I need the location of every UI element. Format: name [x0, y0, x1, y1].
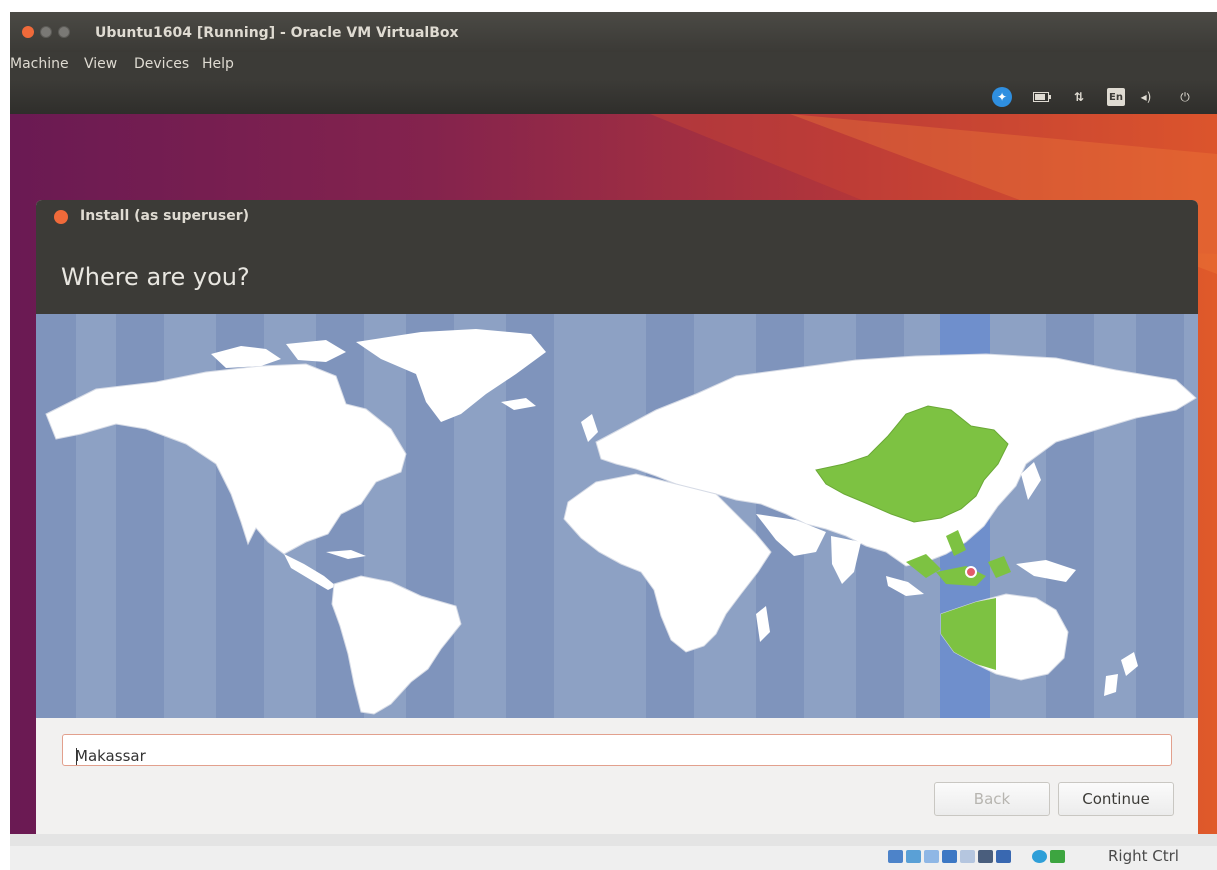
window-title: Ubuntu1604 [Running] - Oracle VM Virtual…: [95, 25, 459, 41]
keyboard-layout-indicator[interactable]: En: [1107, 88, 1125, 106]
cpu-activity-icon[interactable]: [1050, 850, 1065, 863]
vbox-menu-bar: Machine View Devices Help: [10, 52, 1217, 80]
guest-top-panel: ✦ ⇅ En ◂) ⏻: [10, 80, 1217, 114]
hard-disk-icon[interactable]: [888, 850, 903, 863]
menu-machine[interactable]: Machine: [10, 56, 69, 72]
continue-button[interactable]: Continue: [1058, 782, 1174, 816]
video-capture-icon[interactable]: [1032, 850, 1047, 863]
installer-title: Install (as superuser): [80, 208, 249, 224]
vbox-title-bar: Ubuntu1604 [Running] - Oracle VM Virtual…: [10, 12, 1217, 52]
host-key-label: Right Ctrl: [1108, 847, 1179, 865]
usb-icon[interactable]: [960, 850, 975, 863]
timezone-input-value: Makassar: [75, 747, 146, 765]
location-pin-icon: [965, 566, 977, 578]
display-icon[interactable]: [996, 850, 1011, 863]
accessibility-icon[interactable]: ✦: [992, 87, 1012, 107]
volume-icon[interactable]: ◂): [1138, 88, 1154, 106]
timezone-map[interactable]: [36, 314, 1198, 718]
horizontal-scrollbar[interactable]: [10, 834, 1217, 846]
text-caret: [76, 748, 77, 765]
power-icon[interactable]: ⏻: [1177, 88, 1193, 106]
shared-folders-icon[interactable]: [978, 850, 993, 863]
window-controls: [22, 26, 70, 38]
minimize-icon[interactable]: [40, 26, 52, 38]
installer-window: Install (as superuser) Where are you? Ma…: [36, 200, 1198, 834]
menu-view[interactable]: View: [84, 56, 117, 72]
timezone-input[interactable]: Makassar: [62, 734, 1172, 766]
close-icon[interactable]: [22, 26, 34, 38]
audio-icon[interactable]: [924, 850, 939, 863]
back-button[interactable]: Back: [934, 782, 1050, 816]
menu-help[interactable]: Help: [202, 56, 234, 72]
network-icon[interactable]: ⇅: [1072, 88, 1086, 106]
optical-drive-icon[interactable]: [906, 850, 921, 863]
close-icon[interactable]: [54, 210, 68, 224]
page-title: Where are you?: [61, 263, 250, 291]
battery-icon[interactable]: [1033, 88, 1051, 106]
maximize-icon[interactable]: [58, 26, 70, 38]
installer-header: Install (as superuser) Where are you?: [36, 200, 1198, 314]
network-adapter-icon[interactable]: [942, 850, 957, 863]
menu-devices[interactable]: Devices: [134, 56, 189, 72]
